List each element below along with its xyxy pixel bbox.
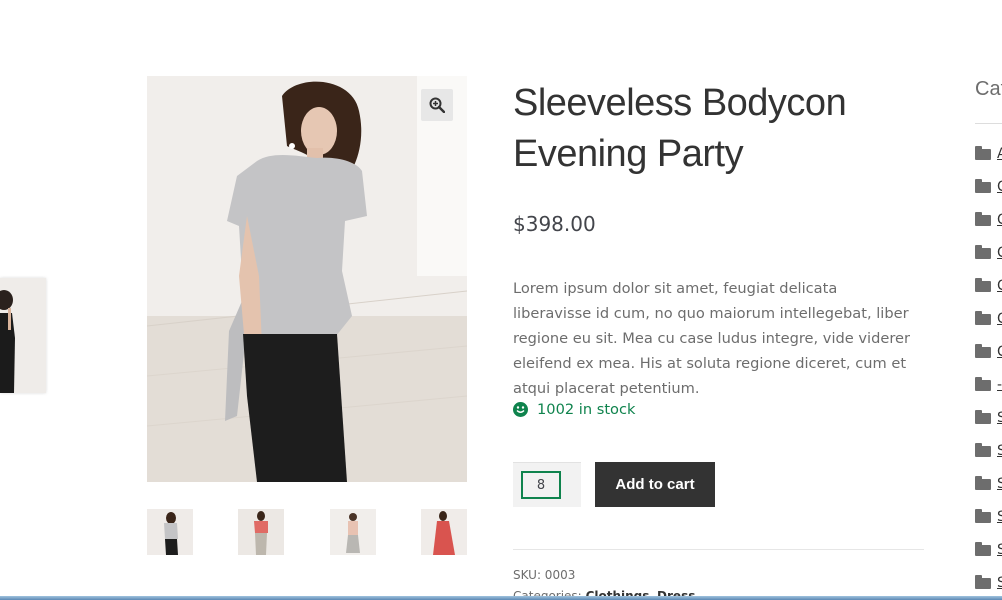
- product-thumbnail-3[interactable]: [330, 509, 376, 555]
- folder-icon: [975, 310, 991, 325]
- stock-status: 1002 in stock: [513, 401, 635, 418]
- sidebar-category-item[interactable]: S: [975, 541, 1002, 558]
- product-thumbnail-2[interactable]: [238, 509, 284, 555]
- folder-icon: [975, 574, 991, 589]
- product-main-image[interactable]: [147, 76, 467, 482]
- add-to-cart-button[interactable]: Add to cart: [595, 462, 715, 507]
- sidebar-category-item[interactable]: C: [975, 343, 1002, 360]
- quantity-input[interactable]: [521, 471, 561, 499]
- folder-icon: [975, 343, 991, 358]
- stock-text: 1002 in stock: [537, 401, 636, 418]
- sidebar-category-item[interactable]: C: [975, 277, 1002, 294]
- folder-icon: [975, 508, 991, 523]
- folder-icon: [975, 145, 991, 160]
- sidebar-category-item[interactable]: C: [975, 310, 1002, 327]
- folder-icon: [975, 211, 991, 226]
- folder-icon: [975, 178, 991, 193]
- folder-icon: [975, 541, 991, 556]
- sidebar-category-item[interactable]: S: [975, 475, 1002, 492]
- sidebar-divider: [975, 123, 1002, 124]
- folder-icon: [975, 475, 991, 490]
- product-thumbnail-4[interactable]: [421, 509, 467, 555]
- product-description: Lorem ipsum dolor sit amet, feugiat deli…: [513, 280, 910, 397]
- sidebar-category-item[interactable]: S: [975, 409, 1002, 426]
- zoom-button[interactable]: [421, 89, 453, 121]
- folder-icon: [975, 409, 991, 424]
- sidebar-category-item[interactable]: C: [975, 211, 1002, 228]
- folder-icon: [975, 277, 991, 292]
- product-page: Sleeveless Bodycon Evening Party $398.00…: [0, 0, 1002, 600]
- sidebar-category-item[interactable]: S: [975, 508, 1002, 525]
- sidebar-category-item[interactable]: -: [975, 376, 1002, 393]
- taskbar-edge: [0, 596, 1002, 600]
- product-sku: SKU: 0003: [513, 568, 576, 582]
- sidebar-category-item[interactable]: C: [975, 244, 1002, 261]
- sidebar-category-item[interactable]: S: [975, 442, 1002, 459]
- folder-icon: [975, 442, 991, 457]
- folder-icon: [975, 376, 991, 391]
- zoom-in-icon: [429, 97, 445, 113]
- sidebar-category-item[interactable]: A: [975, 145, 1002, 162]
- in-stock-icon: [513, 402, 528, 417]
- product-title: Sleeveless Bodycon Evening Party: [513, 82, 847, 175]
- meta-divider: [513, 549, 924, 550]
- product-price: $398.00: [513, 212, 596, 236]
- quantity-container: [513, 462, 581, 507]
- folder-icon: [975, 244, 991, 259]
- sidebar-widget-title: Cat: [975, 78, 1002, 100]
- sidebar-category-item[interactable]: S: [975, 574, 1002, 591]
- product-thumbnail-1[interactable]: [147, 509, 193, 555]
- previous-product-thumbnail[interactable]: [0, 278, 46, 393]
- sidebar-category-item[interactable]: C: [975, 178, 1002, 195]
